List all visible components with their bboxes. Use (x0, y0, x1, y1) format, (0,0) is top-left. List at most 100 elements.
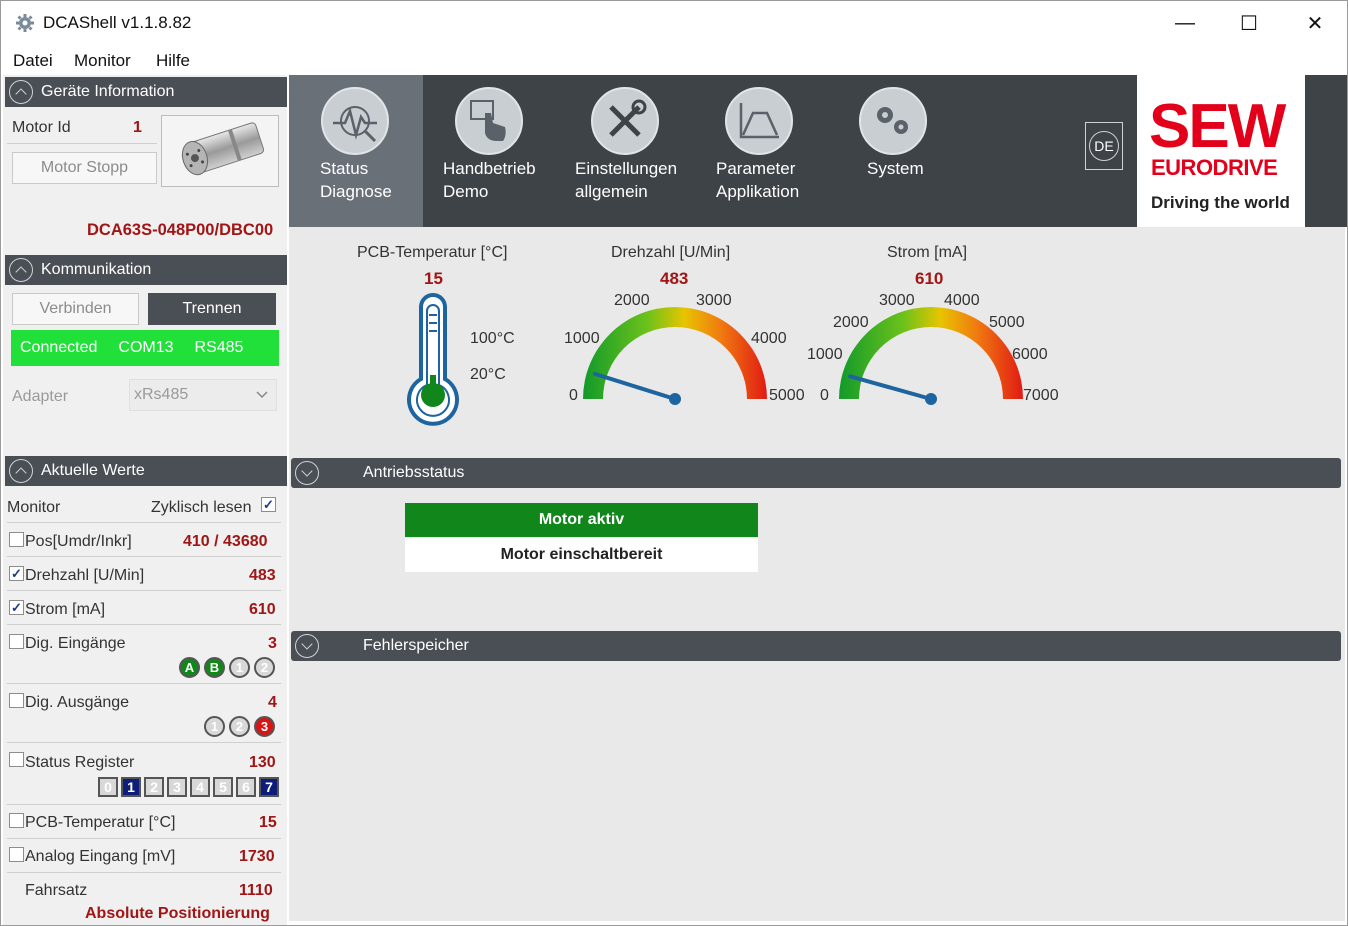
motor-einschaltbereit-label: Motor einschaltbereit (500, 546, 663, 563)
row-label-status-register: Status Register (25, 754, 135, 771)
tool-handbetrieb-demo[interactable]: Handbetrieb Demo (423, 75, 559, 227)
row-checkbox-drehzahl[interactable]: ✓ (9, 566, 24, 581)
fahrsatz-value: 1110 (239, 882, 273, 899)
adapter-select[interactable]: xRs485 (129, 379, 277, 411)
minimize-icon: — (1175, 11, 1195, 34)
row-checkbox-dig-eingaenge[interactable] (9, 634, 24, 649)
strom-tick: 7000 (1023, 387, 1059, 404)
motor-stopp-button[interactable]: Motor Stopp (12, 152, 157, 184)
divider (7, 624, 281, 625)
logo-slogan: Driving the world (1151, 193, 1290, 212)
divider (7, 838, 281, 839)
menu-hilfe[interactable]: Hilfe (156, 51, 190, 71)
row-value-drehzahl: 483 (249, 567, 276, 584)
strom-tick: 5000 (989, 314, 1025, 331)
left-panel: Geräte Information Motor Id 1 Motor Stop… (3, 75, 287, 925)
row-value-analog: 1730 (239, 848, 275, 865)
maximize-button[interactable]: ☐ (1229, 9, 1269, 37)
drehzahl-tick: 0 (569, 387, 578, 404)
language-button[interactable]: DE (1085, 122, 1123, 170)
motor-model: DCA63S-048P00/DBC00 (87, 221, 274, 239)
drehzahl-gauge (583, 307, 767, 405)
input-indicator-b: B (204, 657, 225, 678)
motor-id-value: 1 (133, 119, 142, 136)
register-bit-5: 5 (213, 777, 233, 797)
tool-status-diagnose[interactable]: Status Diagnose (289, 75, 423, 227)
strom-tick: 6000 (1012, 346, 1048, 363)
connection-status-bar: Connected COM13 RS485 (11, 330, 279, 366)
logo-eurodrive: EURODRIVE (1151, 155, 1278, 180)
status-diagnose-icon (321, 87, 389, 155)
divider (7, 143, 157, 144)
divider (7, 742, 281, 743)
trennen-button[interactable]: Trennen (148, 293, 276, 325)
drehzahl-gauge-arc (583, 307, 767, 399)
tool-label-1: Parameter (716, 159, 796, 178)
row-value-status-register: 130 (249, 754, 276, 771)
output-indicator-3: 3 (254, 716, 275, 737)
row-label-dig-eingaenge: Dig. Eingänge (25, 635, 126, 652)
motor-picture-icon (181, 122, 265, 176)
tools-icon (591, 87, 659, 155)
close-button[interactable]: ✕ (1295, 9, 1335, 37)
tool-einstellungen[interactable]: Einstellungen allgemein (559, 75, 693, 227)
divider (7, 804, 281, 805)
divider (7, 872, 281, 873)
drehzahl-tick: 5000 (769, 387, 805, 404)
strom-tick: 0 (820, 387, 829, 404)
register-bit-1: 1 (121, 777, 141, 797)
divider (7, 683, 281, 684)
row-label-strom: Strom [mA] (25, 601, 106, 618)
collapse-icon (295, 634, 319, 658)
row-value-strom: 610 (249, 601, 276, 618)
adapter-label: Adapter (12, 388, 69, 405)
hand-touch-icon (455, 87, 523, 155)
geraete-header[interactable]: Geräte Information (5, 77, 287, 107)
tool-parameter-applikation[interactable]: Parameter Applikation (693, 75, 827, 227)
row-label-pos: Pos[Umdr/Inkr] (25, 533, 132, 550)
menu-datei[interactable]: Datei (13, 51, 53, 71)
divider (7, 556, 281, 557)
antriebsstatus-header-label: Antriebsstatus (363, 464, 465, 481)
fahrsatz-mode: Absolute Positionierung (85, 905, 270, 922)
row-value-dig-ausgaenge: 4 (268, 694, 277, 711)
row-checkbox-analog[interactable] (9, 847, 24, 862)
menu-monitor[interactable]: Monitor (74, 51, 131, 71)
motor-id-label: Motor Id (12, 119, 71, 136)
language-label: DE (1094, 138, 1114, 154)
row-checkbox-dig-ausgaenge[interactable] (9, 693, 24, 708)
app-window: DCAShell v1.1.8.82 — ☐ ✕ Datei Monitor H… (0, 0, 1348, 926)
connection-status: Connected (20, 339, 98, 356)
minimize-button[interactable]: — (1165, 9, 1205, 37)
motor-aktiv-label: Motor aktiv (538, 511, 625, 528)
parameter-curve-icon (725, 87, 793, 155)
register-bit-0: 0 (98, 777, 118, 797)
fahrsatz-label: Fahrsatz (25, 882, 88, 899)
row-checkbox-strom[interactable]: ✓ (9, 600, 24, 615)
strom-tick: 1000 (807, 346, 843, 363)
temp-mark-high: 100°C (470, 330, 515, 347)
tool-system[interactable]: System (827, 75, 961, 227)
row-value-dig-eingaenge: 3 (268, 635, 277, 652)
fehlerspeicher-header[interactable]: Fehlerspeicher (291, 631, 1341, 661)
drehzahl-gauge-value: 483 (660, 269, 689, 288)
antriebsstatus-header[interactable]: Antriebsstatus (291, 458, 1341, 488)
aktuelle-werte-header[interactable]: Aktuelle Werte (5, 456, 287, 486)
row-checkbox-status-register[interactable] (9, 752, 24, 767)
tool-label-2: Demo (443, 182, 489, 201)
verbinden-label: Verbinden (39, 300, 112, 317)
verbinden-button[interactable]: Verbinden (12, 293, 139, 325)
strom-gauge-hub (925, 393, 937, 405)
zyklisch-checkbox[interactable]: ✓ (261, 497, 276, 512)
motor-aktiv-status: Motor aktiv (405, 503, 758, 537)
drehzahl-tick: 2000 (614, 292, 650, 309)
row-checkbox-pos[interactable] (9, 532, 24, 547)
kommunikation-header-label: Kommunikation (41, 261, 152, 278)
drehzahl-tick: 3000 (696, 292, 732, 309)
window-title: DCAShell v1.1.8.82 (43, 13, 192, 32)
row-label-analog: Analog Eingang [mV] (25, 848, 176, 865)
collapse-icon (295, 461, 319, 485)
tool-label-1: Handbetrieb (443, 159, 536, 178)
row-checkbox-pcb-temp[interactable] (9, 813, 24, 828)
kommunikation-header[interactable]: Kommunikation (5, 255, 287, 285)
